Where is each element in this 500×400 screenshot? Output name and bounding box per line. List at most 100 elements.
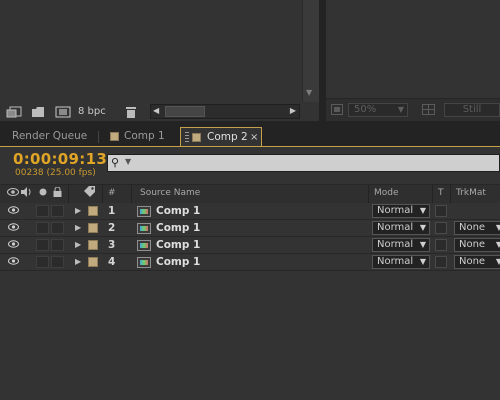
expand-triangle-icon[interactable]: ▶ <box>75 257 81 266</box>
chevron-down-icon[interactable]: ▼ <box>125 157 131 166</box>
folder-icon[interactable] <box>31 106 46 121</box>
chevron-down-icon: ▼ <box>419 257 426 266</box>
solo-switch[interactable] <box>36 222 49 234</box>
layer-name[interactable]: Comp 1 <box>156 222 200 234</box>
tab-comp-2[interactable]: Comp 2 × <box>180 127 262 148</box>
lock-switch[interactable] <box>51 222 64 234</box>
tab-render-queue[interactable]: Render Queue <box>4 127 99 147</box>
project-horizontal-scrollbar[interactable]: ◀ ▶ <box>150 104 300 119</box>
eye-icon[interactable] <box>8 223 19 234</box>
magnification-dropdown[interactable]: 50% ▼ <box>348 103 408 117</box>
blend-mode-dropdown[interactable]: Normal ▼ <box>372 221 430 235</box>
blend-mode-value: Normal <box>377 256 414 267</box>
preserve-transparency-checkbox[interactable] <box>435 256 447 268</box>
column-trkmat[interactable]: TrkMat <box>456 188 486 198</box>
blend-mode-dropdown[interactable]: Normal ▼ <box>372 238 430 252</box>
composition-icon <box>137 223 151 234</box>
timeline-panel: 0:00:09:13 00238 (25.00 fps) ⚲ ▼ # Sourc… <box>0 146 500 400</box>
blend-mode-dropdown[interactable]: Normal ▼ <box>372 204 430 218</box>
tab-comp-1[interactable]: Comp 1 <box>100 127 176 147</box>
timeline-tab-bar: Render Queue Comp 1 Comp 2 × <box>0 125 500 148</box>
eye-icon[interactable] <box>8 206 19 217</box>
composition-icon <box>137 206 151 217</box>
magnification-value: 50% <box>354 104 377 115</box>
label-color-swatch[interactable] <box>88 257 98 267</box>
label-color-swatch[interactable] <box>88 206 98 216</box>
composition-icon <box>137 240 151 251</box>
chevron-down-icon: ▼ <box>496 239 500 251</box>
lock-switch[interactable] <box>51 205 64 217</box>
column-divider[interactable] <box>68 185 69 203</box>
scroll-right-arrow-icon[interactable]: ▶ <box>290 106 296 115</box>
interpret-footage-icon[interactable] <box>6 106 22 121</box>
viewer-toolbar: 50% ▼ Still <box>326 98 500 121</box>
resolution-dropdown[interactable]: Still <box>444 103 500 117</box>
lock-icon[interactable] <box>53 186 62 200</box>
search-icon: ⚲ <box>111 156 120 169</box>
eye-icon[interactable] <box>7 187 19 200</box>
track-matte-dropdown[interactable]: None ▼ <box>454 238 500 252</box>
solo-switch[interactable] <box>36 239 49 251</box>
column-divider[interactable] <box>102 185 103 203</box>
track-matte-dropdown[interactable]: None ▼ <box>454 221 500 235</box>
expand-triangle-icon[interactable]: ▶ <box>75 223 81 232</box>
bit-depth-label[interactable]: 8 bpc <box>78 106 106 117</box>
preserve-transparency-checkbox[interactable] <box>435 239 447 251</box>
column-divider[interactable] <box>368 185 369 203</box>
eye-icon[interactable] <box>8 257 19 268</box>
tab-label: Render Queue <box>12 130 88 142</box>
frame-count-display: 00238 (25.00 fps) <box>15 168 96 178</box>
solo-switch[interactable] <box>36 205 49 217</box>
blend-mode-value: Normal <box>377 222 414 233</box>
preserve-transparency-checkbox[interactable] <box>435 205 447 217</box>
column-divider[interactable] <box>450 185 451 203</box>
layer-name[interactable]: Comp 1 <box>156 239 200 251</box>
lock-switch[interactable] <box>51 256 64 268</box>
solo-icon[interactable] <box>39 188 47 199</box>
expand-triangle-icon[interactable]: ▶ <box>75 240 81 249</box>
layer-row[interactable]: ▶ 2 Comp 1 Normal ▼ None ▼ <box>0 220 500 237</box>
column-number[interactable]: # <box>108 188 116 198</box>
column-divider[interactable] <box>131 185 132 203</box>
scrollbar-thumb[interactable] <box>165 106 205 117</box>
layer-column-header: # Source Name Mode T TrkMat <box>0 184 500 204</box>
label-tag-icon[interactable] <box>83 186 96 201</box>
project-scrollbar[interactable] <box>302 0 319 102</box>
layer-name[interactable]: Comp 1 <box>156 256 200 268</box>
close-icon[interactable]: × <box>250 128 258 147</box>
scroll-down-arrow-icon[interactable]: ▼ <box>306 88 312 97</box>
safe-zones-icon[interactable] <box>422 104 435 118</box>
track-matte-dropdown[interactable]: None ▼ <box>454 255 500 269</box>
layer-number: 1 <box>108 205 116 217</box>
preserve-transparency-checkbox[interactable] <box>435 222 447 234</box>
chevron-down-icon: ▼ <box>419 223 426 232</box>
solo-switch[interactable] <box>36 256 49 268</box>
eye-icon[interactable] <box>8 240 19 251</box>
expand-triangle-icon[interactable]: ▶ <box>75 206 81 215</box>
label-color-swatch[interactable] <box>88 223 98 233</box>
column-t[interactable]: T <box>438 188 444 198</box>
column-mode[interactable]: Mode <box>374 188 399 198</box>
lock-switch[interactable] <box>51 239 64 251</box>
layer-row[interactable]: ▶ 3 Comp 1 Normal ▼ None ▼ <box>0 237 500 254</box>
chevron-down-icon: ▼ <box>496 256 500 268</box>
composition-viewer: 50% ▼ Still <box>326 0 500 121</box>
layer-name[interactable]: Comp 1 <box>156 205 200 217</box>
current-time-display[interactable]: 0:00:09:13 <box>13 150 107 168</box>
trash-icon[interactable] <box>125 106 137 121</box>
snapshot-icon[interactable] <box>331 104 343 118</box>
scroll-left-arrow-icon[interactable]: ◀ <box>153 106 159 115</box>
layer-row[interactable]: ▶ 1 Comp 1 Normal ▼ <box>0 203 500 220</box>
column-source-name[interactable]: Source Name <box>140 188 200 198</box>
column-divider[interactable] <box>432 185 433 203</box>
comp-label-swatch <box>110 132 119 141</box>
blend-mode-value: Normal <box>377 239 414 250</box>
audio-icon[interactable] <box>20 187 32 200</box>
chevron-down-icon: ▼ <box>419 206 426 215</box>
layer-search-input[interactable]: ⚲ ▼ <box>107 154 500 172</box>
drag-grip-icon[interactable] <box>185 132 189 144</box>
label-color-swatch[interactable] <box>88 240 98 250</box>
blend-mode-dropdown[interactable]: Normal ▼ <box>372 255 430 269</box>
new-comp-icon[interactable] <box>55 106 71 121</box>
layer-row[interactable]: ▶ 4 Comp 1 Normal ▼ None ▼ <box>0 254 500 271</box>
